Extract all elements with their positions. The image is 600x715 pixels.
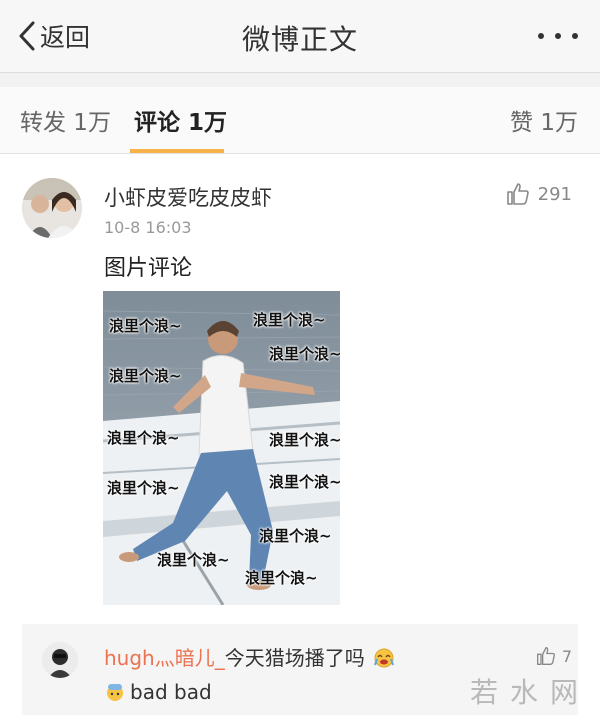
overlay-caption: 浪里个浪~: [253, 311, 326, 329]
like-count: 291: [537, 183, 572, 205]
thumbs-up-icon: [506, 183, 529, 205]
dot: [555, 33, 561, 39]
reply-username[interactable]: hugh灬暗儿_: [104, 646, 225, 670]
reply-content: hugh灬暗儿_今天猎场播了吗: [104, 642, 395, 671]
overlay-caption: 浪里个浪~: [259, 527, 332, 545]
overlay-caption: 浪里个浪~: [157, 551, 230, 569]
tab-bar: 转发 1万 评论 1万 赞 1万: [0, 87, 600, 154]
section-gap: [0, 73, 600, 87]
comment-like-button[interactable]: 291: [506, 182, 572, 206]
page-title: 微博正文: [241, 23, 358, 56]
comment-username[interactable]: 小虾皮爱吃皮皮虾: [104, 182, 272, 212]
overlay-caption: 浪里个浪~: [269, 345, 340, 363]
comment-timestamp: 10-8 16:03: [104, 218, 192, 237]
more-dots-icon[interactable]: [538, 22, 578, 50]
crying-face-icon: [374, 648, 395, 668]
avatar[interactable]: [42, 642, 78, 678]
avatar[interactable]: [22, 178, 82, 238]
tab-repost[interactable]: 转发 1万: [20, 103, 111, 137]
overlay-caption: 浪里个浪~: [107, 479, 180, 497]
comment-list: 小虾皮爱吃皮皮虾 10-8 16:03 291 图片评论 浪里个浪~ 浪里个浪~…: [0, 154, 600, 715]
comment-image[interactable]: 浪里个浪~ 浪里个浪~ 浪里个浪~ 浪里个浪~ 浪里个浪~ 浪里个浪~ 浪里个浪…: [103, 291, 340, 605]
emoji-icon: [107, 684, 123, 701]
like-count: 7: [561, 646, 572, 666]
reply-text: 今天猎场播了吗: [224, 646, 365, 670]
overlay-caption: 浪里个浪~: [269, 473, 340, 491]
overlay-caption: 浪里个浪~: [245, 569, 318, 587]
comment-text: 图片评论: [104, 256, 193, 281]
tab-comment[interactable]: 评论 1万: [134, 103, 227, 137]
overlay-caption: 浪里个浪~: [107, 429, 180, 447]
reply-subline: bad bad: [104, 680, 212, 704]
active-tab-indicator: [130, 149, 224, 153]
overlay-caption: 浪里个浪~: [269, 431, 340, 449]
tab-like[interactable]: 赞 1万: [510, 103, 578, 137]
thumbs-up-icon: [536, 647, 555, 665]
watermark: 若水网: [469, 676, 590, 709]
dot: [538, 33, 544, 39]
navigation-bar: 返回 微博正文: [0, 0, 600, 73]
reply-subtext: bad bad: [130, 680, 212, 704]
reply-like-button[interactable]: 7: [536, 646, 572, 666]
overlay-caption: 浪里个浪~: [109, 367, 182, 385]
dot: [572, 33, 578, 39]
overlay-caption: 浪里个浪~: [109, 317, 182, 335]
